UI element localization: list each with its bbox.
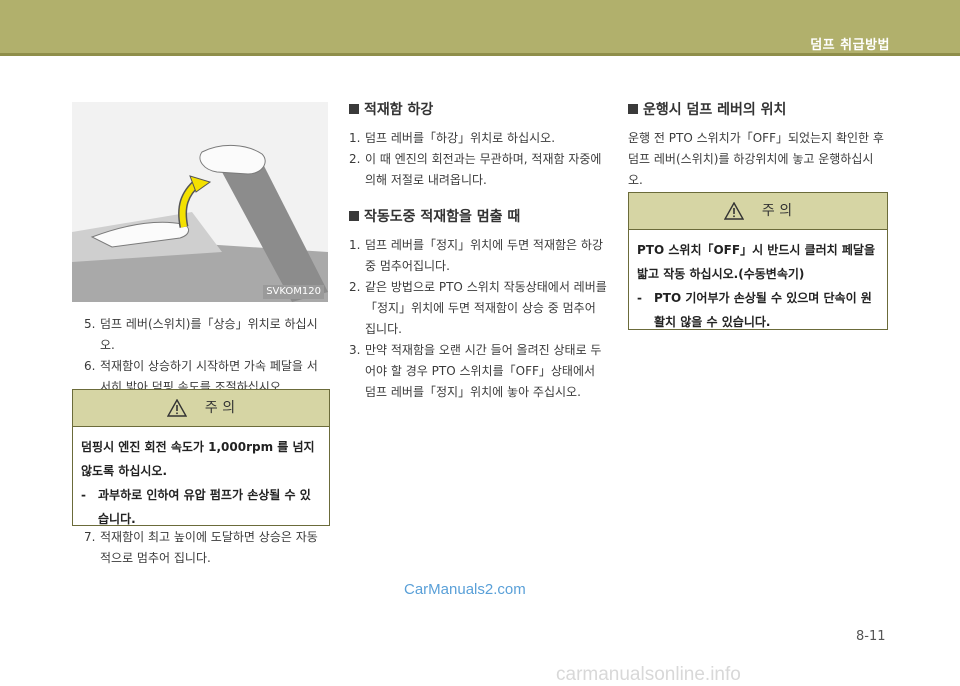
step-7: 7. 적재함이 최고 높이에 도달하면 상승은 자동적으로 멈추어 집니다. — [72, 527, 328, 569]
dash-marker: - — [81, 488, 86, 502]
header-bar: 덤프 취급방법 — [0, 0, 960, 53]
dash-marker: - — [637, 291, 642, 305]
caution-header: 주 의 — [629, 193, 887, 230]
item-number: 1. — [349, 238, 361, 252]
step-number: 6. — [84, 359, 96, 373]
bullet-square-icon — [349, 211, 359, 221]
list-item: 2. 같은 방법으로 PTO 스위치 작동상태에서 레버를「정지」위치에 두면 적… — [349, 277, 607, 340]
item-text: 만약 적재함을 오랜 시간 들어 올려진 상태로 두어야 할 경우 PTO 스위… — [365, 343, 602, 399]
warning-triangle-icon — [166, 399, 187, 417]
step-number: 5. — [84, 317, 96, 331]
item-text: 같은 방법으로 PTO 스위치 작동상태에서 레버를「정지」위치에 두면 적재함… — [365, 280, 607, 336]
caution-line: PTO 스위치「OFF」시 반드시 클러치 페달을 밟고 작동 하십시오.(수동… — [637, 243, 876, 281]
hand-lever-drawing — [72, 144, 328, 302]
item-text: 덤프 레버를「하강」위치로 하십시오. — [365, 131, 556, 145]
left-steps-top: 5. 덤프 레버(스위치)를「상승」위치로 하십시오. 6. 적재함이 상승하기… — [72, 314, 328, 398]
step-number: 7. — [84, 530, 96, 544]
item-text: 덤프 레버를「정지」위치에 두면 적재함은 하강중 멈추어집니다. — [365, 238, 603, 273]
figure-code: SVKOM120 — [263, 285, 324, 299]
middle-column: 적재함 하강 1. 덤프 레버를「하강」위치로 하십시오. 2. 이 때 엔진의 회… — [349, 100, 607, 403]
header-divider — [0, 53, 960, 56]
caution-title: 주 의 — [761, 203, 793, 219]
item-number: 1. — [349, 131, 361, 145]
caution-dash-item: - 과부하로 인하여 유압 펌프가 손상될 수 있습니다. — [81, 483, 321, 531]
caution-box-right: 주 의 PTO 스위치「OFF」시 반드시 클러치 페달을 밟고 작동 하십시오… — [628, 192, 888, 330]
header-title: 덤프 취급방법 — [810, 38, 890, 53]
left-steps-bottom: 7. 적재함이 최고 높이에 도달하면 상승은 자동적으로 멈추어 집니다. — [72, 527, 328, 569]
bullet-square-icon — [628, 104, 638, 114]
list-item: 1. 덤프 레버를「정지」위치에 두면 적재함은 하강중 멈추어집니다. — [349, 235, 607, 277]
section-title-driving: 운행시 덤프 레버의 위치 — [628, 100, 886, 120]
caution-line: 덤핑시 엔진 회전 속도가 1,000rpm 를 넘지 않도록 하십시오. — [81, 440, 315, 478]
section-title-stop: 작동도중 적재함을 멈출 때 — [349, 207, 607, 227]
caution-box-left: 주 의 덤핑시 엔진 회전 속도가 1,000rpm 를 넘지 않도록 하십시오… — [72, 389, 330, 526]
step-text: 덤프 레버(스위치)를「상승」위치로 하십시오. — [100, 317, 318, 352]
step-5: 5. 덤프 레버(스위치)를「상승」위치로 하십시오. — [72, 314, 328, 356]
item-number: 2. — [349, 280, 361, 294]
list-item: 2. 이 때 엔진의 회전과는 무관하며, 적재함 자중에 의해 저절로 내려옵니… — [349, 149, 607, 191]
list-item: 3. 만약 적재함을 오랜 시간 들어 올려진 상태로 두어야 할 경우 PTO … — [349, 340, 607, 403]
dump-lever-illustration: SVKOM120 — [72, 102, 328, 302]
caution-body: 덤핑시 엔진 회전 속도가 1,000rpm 를 넘지 않도록 하십시오. - … — [73, 427, 329, 537]
caution-title: 주 의 — [204, 400, 236, 416]
warning-triangle-icon — [723, 202, 744, 220]
step-text: 적재함이 최고 높이에 도달하면 상승은 자동적으로 멈추어 집니다. — [100, 530, 318, 565]
section-title-lowering: 적재함 하강 — [349, 100, 607, 120]
caution-header: 주 의 — [73, 390, 329, 427]
page-number: 8-11 — [856, 629, 886, 644]
item-number: 2. — [349, 152, 361, 166]
watermark-link[interactable]: CarManuals2.com — [404, 581, 526, 598]
item-number: 3. — [349, 343, 361, 357]
bullet-square-icon — [349, 104, 359, 114]
caution-line: 과부하로 인하여 유압 펌프가 손상될 수 있습니다. — [98, 488, 311, 526]
caution-line: PTO 기어부가 손상될 수 있으며 단속이 원활치 않을 수 있습니다. — [654, 291, 872, 329]
caution-body: PTO 스위치「OFF」시 반드시 클러치 페달을 밟고 작동 하십시오.(수동… — [629, 230, 887, 340]
item-text: 이 때 엔진의 회전과는 무관하며, 적재함 자중에 의해 저절로 내려옵니다. — [365, 152, 602, 187]
right-column: 운행시 덤프 레버의 위치 운행 전 PTO 스위치가「OFF」되었는지 확인한… — [628, 100, 886, 191]
caution-dash-item: - PTO 기어부가 손상될 수 있으며 단속이 원활치 않을 수 있습니다. — [637, 286, 879, 334]
list-item: 1. 덤프 레버를「하강」위치로 하십시오. — [349, 128, 607, 149]
bottom-watermark: carmanualsonline.info — [556, 664, 741, 685]
section-text: 운행 전 PTO 스위치가「OFF」되었는지 확인한 후 덤프 레버(스위치)를… — [628, 131, 884, 187]
